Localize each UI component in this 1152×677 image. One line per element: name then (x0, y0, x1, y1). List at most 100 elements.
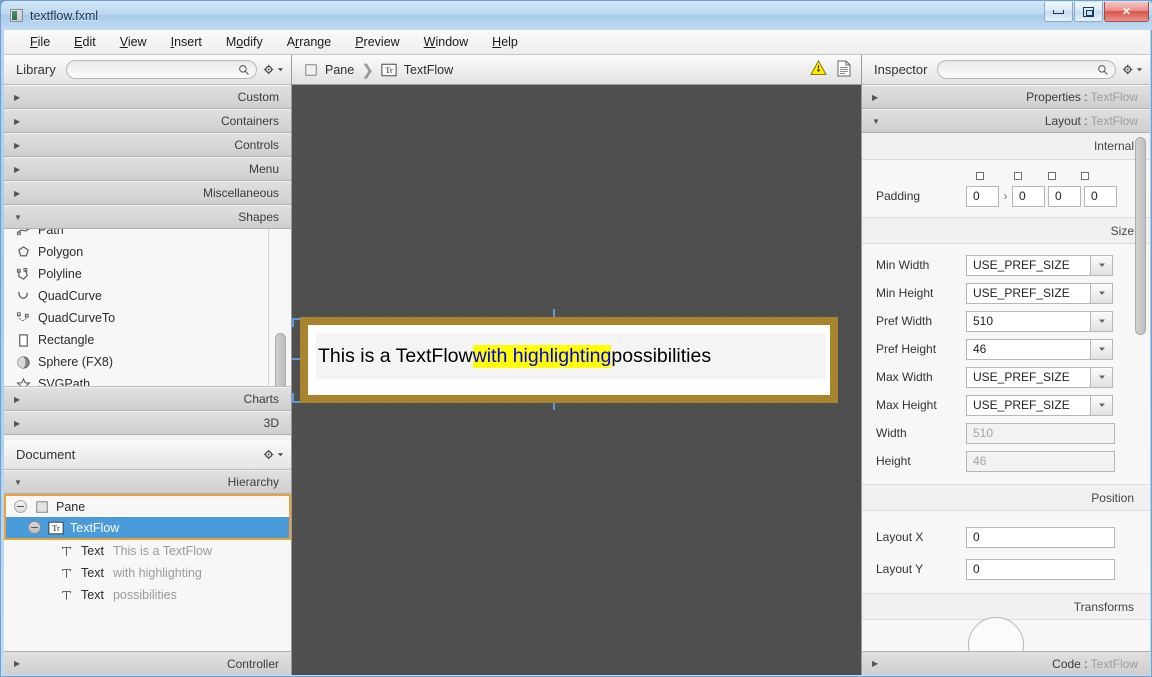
search-icon (1098, 64, 1108, 75)
inspector-search-input[interactable] (944, 63, 1097, 76)
padding-field-4[interactable]: 0 (1084, 185, 1117, 207)
inspector-section-layout[interactable]: ▼ Layout : TextFlow (862, 109, 1150, 133)
library-scrollbar[interactable] (274, 229, 287, 386)
document-options-button[interactable] (261, 448, 285, 461)
search-icon (239, 64, 249, 75)
tree-row[interactable]: Text This is a TextFlow (4, 540, 291, 562)
inspector-search-box[interactable] (937, 60, 1116, 79)
hierarchy-tree[interactable]: Pane Tr TextFlow Text This is a TextFlow (4, 494, 291, 651)
menu-arrange[interactable]: Arrange (275, 31, 344, 53)
padding-field-2[interactable]: 0 (1012, 185, 1045, 207)
pref-height-field[interactable]: 46 (966, 338, 1091, 360)
menu-preview[interactable]: Preview (343, 31, 411, 53)
library-search-box[interactable] (65, 60, 257, 79)
library-item-sphere[interactable]: Sphere (FX8) (4, 351, 291, 373)
controller-label: Controller (226, 656, 279, 671)
inspector-scrollbar[interactable] (1134, 137, 1146, 647)
padding-field-1[interactable]: 0 (966, 185, 999, 207)
library-section-shapes[interactable]: ▼ Shapes (4, 205, 291, 229)
tree-row[interactable]: Text possibilities (4, 584, 291, 606)
library-search-input[interactable] (72, 63, 238, 76)
minimize-button[interactable] (1044, 2, 1073, 22)
min-height-field[interactable]: USE_PREF_SIZE (966, 282, 1091, 304)
library-section-charts[interactable]: ▶ Charts (4, 387, 291, 411)
library-item-quadcurveto[interactable]: QuadCurveTo (4, 307, 291, 329)
inspector-options-button[interactable] (1120, 63, 1144, 76)
tree-row[interactable]: Pane (4, 494, 291, 517)
inspector-content[interactable]: Internal Padding 0 › 0 0 0 Size Min Widt… (862, 133, 1150, 651)
close-button[interactable]: ✕ (1104, 2, 1149, 22)
library-item-polygon[interactable]: Polygon (4, 241, 291, 263)
min-width-dropdown[interactable] (1091, 254, 1113, 276)
layout-accordion-label: Layout : TextFlow (1044, 114, 1138, 128)
tree-node-name: TextFlow (70, 520, 120, 535)
document-section-controller[interactable]: ▶ Controller (4, 651, 291, 675)
textflow-node[interactable]: This is a TextFlow with highlighting pos… (316, 333, 826, 379)
svgpath-icon (16, 376, 38, 386)
pref-width-dropdown[interactable] (1091, 310, 1113, 332)
maximize-button[interactable] (1074, 2, 1103, 22)
tree-node-value: This is a TextFlow (112, 544, 213, 558)
library-section-containers[interactable]: ▶ Containers (4, 109, 291, 133)
library-item-path[interactable]: Path (4, 229, 291, 241)
tree-row[interactable]: Text with highlighting (4, 562, 291, 584)
menu-view[interactable]: View (108, 31, 159, 53)
menu-modify[interactable]: Modify (214, 31, 275, 53)
pane-icon (33, 499, 50, 514)
height-field: 46 (966, 450, 1115, 472)
library-scrollbar-thumb[interactable] (275, 333, 286, 386)
row-pref-height: Pref Height 46 (862, 335, 1150, 363)
library-options-button[interactable] (261, 63, 285, 76)
min-width-field[interactable]: USE_PREF_SIZE (966, 254, 1091, 276)
library-item-label: Sphere (FX8) (38, 355, 114, 369)
library-section-menu[interactable]: ▶ Menu (4, 157, 291, 181)
max-width-dropdown[interactable] (1091, 366, 1113, 388)
inspector-panel-header: Inspector (862, 55, 1150, 85)
tree-row[interactable]: Tr TextFlow (4, 517, 291, 540)
max-height-field[interactable]: USE_PREF_SIZE (966, 394, 1091, 416)
inspector-scrollbar-thumb[interactable] (1135, 137, 1146, 335)
row-width: Width 510 (862, 419, 1150, 447)
menu-insert[interactable]: Insert (159, 31, 214, 53)
min-height-dropdown[interactable] (1091, 282, 1113, 304)
menu-edit[interactable]: Edit (62, 31, 108, 53)
library-section-label: Custom (237, 90, 279, 104)
library-section-controls[interactable]: ▶ Controls (4, 133, 291, 157)
collapse-toggle-icon[interactable] (14, 500, 27, 513)
design-canvas[interactable]: This is a TextFlow with highlighting pos… (292, 85, 861, 675)
library-item-list[interactable]: Path Polygon Polyline QuadCurve QuadCurv… (4, 229, 291, 387)
collapse-toggle-icon[interactable] (28, 521, 41, 534)
breadcrumb-item-textflow[interactable]: Tr TextFlow (381, 62, 453, 77)
section-size: Size (862, 217, 1150, 244)
breadcrumb-item-pane[interactable]: Pane (302, 62, 354, 77)
menu-help[interactable]: Help (480, 31, 530, 53)
menu-window[interactable]: Window (412, 31, 480, 53)
pref-width-field[interactable]: 510 (966, 310, 1091, 332)
pref-height-dropdown[interactable] (1091, 338, 1113, 360)
library-item-svgpath[interactable]: SVGPath (4, 373, 291, 386)
pane-container[interactable]: This is a TextFlow with highlighting pos… (300, 317, 838, 403)
menu-bar: File Edit View Insert Modify Arrange Pre… (4, 30, 1150, 55)
rectangle-icon (16, 332, 38, 348)
library-section-3d[interactable]: ▶ 3D (4, 411, 291, 435)
library-item-quadcurve[interactable]: QuadCurve (4, 285, 291, 307)
library-section-custom[interactable]: ▶ Custom (4, 85, 291, 109)
max-height-dropdown[interactable] (1091, 394, 1113, 416)
warning-triangle-icon[interactable] (810, 59, 827, 79)
rotate-dial[interactable] (968, 617, 1024, 651)
library-item-polyline[interactable]: Polyline (4, 263, 291, 285)
max-width-field[interactable]: USE_PREF_SIZE (966, 366, 1091, 388)
document-section-hierarchy[interactable]: ▼ Hierarchy (4, 470, 291, 494)
inspector-title: Inspector (874, 62, 928, 77)
library-item-rectangle[interactable]: Rectangle (4, 329, 291, 351)
padding-field-3[interactable]: 0 (1048, 185, 1081, 207)
inspector-section-properties[interactable]: ▶ Properties : TextFlow (862, 85, 1150, 109)
inspector-section-code[interactable]: ▶ Code : TextFlow (862, 651, 1150, 675)
document-icon[interactable] (837, 60, 851, 80)
menu-file[interactable]: File (18, 31, 62, 53)
library-section-miscellaneous[interactable]: ▶ Miscellaneous (4, 181, 291, 205)
layout-y-field[interactable]: 0 (966, 558, 1115, 580)
width-field: 510 (966, 422, 1115, 444)
layout-x-field[interactable]: 0 (966, 526, 1115, 548)
row-max-height: Max Height USE_PREF_SIZE (862, 391, 1150, 419)
